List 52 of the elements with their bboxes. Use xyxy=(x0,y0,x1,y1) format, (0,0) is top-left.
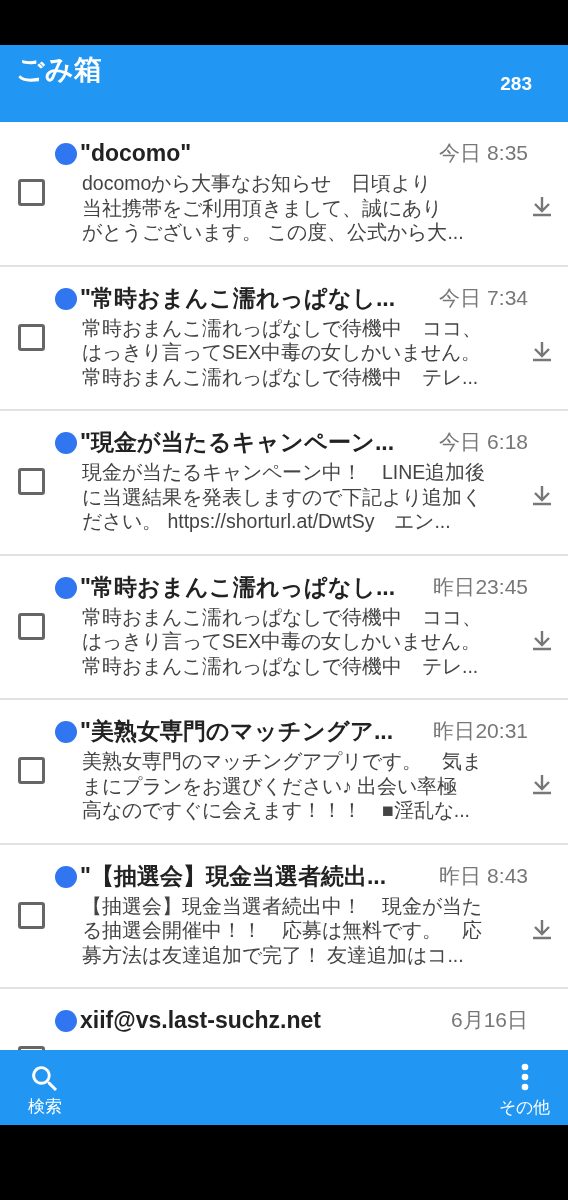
sender-name: "常時おまんこ濡れっぱなし... xyxy=(80,572,396,602)
preview-line: 現金が当たるキャンペーン中！ LINE追加後 xyxy=(82,460,486,484)
download-icon[interactable] xyxy=(531,484,553,506)
checkbox[interactable] xyxy=(18,468,45,495)
message-time: 今日 8:35 xyxy=(439,140,528,166)
preview-line: に当選結果を発表しますので下記より追加く xyxy=(82,484,482,509)
checkbox[interactable] xyxy=(18,901,45,929)
download-icon[interactable] xyxy=(531,195,553,217)
message-row[interactable]: "現金が当たるキャンペーン... 今日 6:18 現金が当たるキャンペーン中！ LINE追加後 に当選結果を発表しますので下記より追加く ださい。 https://shorturl.at/DwtSy エン... xyxy=(0,411,568,556)
sender-name: "【抽選会】現金当選者続出... xyxy=(80,861,387,891)
preview-line: 常時おまんこ濡れっぱなしで待機中 テレ... xyxy=(82,364,479,389)
message-time: 今日 6:18 xyxy=(439,429,528,455)
sender-name: "常時おまんこ濡れっぱなし... xyxy=(80,283,396,313)
preview-line: まにプランをお選びください♪ 出会い率極 xyxy=(82,773,458,798)
download-icon[interactable] xyxy=(531,773,553,795)
checkbox[interactable] xyxy=(18,323,45,351)
preview-line: はっきり言ってSEX中毒の女しかいません。 xyxy=(82,340,482,364)
preview-line: ださい。 https://shorturl.at/DwtSy エン... xyxy=(82,509,451,533)
preview-line: 常時おまんこ濡れっぱなしで待機中 ココ、 xyxy=(82,604,482,629)
folder-title: ごみ箱 xyxy=(16,53,102,87)
download-icon[interactable] xyxy=(531,339,553,362)
message-row[interactable]: "常時おまんこ濡れっぱなし... 昨日23:45 常時おまんこ濡れっぱなしで待機中 ココ、 はっきり言ってSEX中毒の女しかいません。 常時おまんこ濡れっぱなしで待機中 テレ... xyxy=(0,555,568,700)
preview-line: 美熟女専門のマッチングアプリです。 気ま xyxy=(82,749,482,773)
preview-line: docomoから大事なお知らせ 日頃より xyxy=(82,171,432,195)
sender-name: "docomo" xyxy=(80,139,192,168)
message-time: 昨日20:31 xyxy=(433,718,528,744)
download-icon[interactable] xyxy=(531,917,553,940)
preview-line: 募方法は友達追加で完了！ 友達追加はコ... xyxy=(82,942,464,967)
message-time: 6月16日 xyxy=(450,1007,528,1033)
message-count: 283 xyxy=(500,72,532,96)
preview-line: がとうございます。 この度、公式から大... xyxy=(82,220,464,244)
message-row[interactable]: "【抽選会】現金当選者続出... 昨日 8:43 【抽選会】現金当選者続出中！ 現金が当た る抽選会開催中！！ 応募は無料です。 応 募方法は友達追加で完了！ 友達追加はコ... xyxy=(0,844,568,989)
preview-line: 常時おまんこ濡れっぱなしで待機中 テレ... xyxy=(82,653,479,678)
checkbox[interactable] xyxy=(18,179,45,206)
sender-name: "現金が当たるキャンペーン... xyxy=(80,428,395,457)
preview-line: 【抽選会】現金当選者続出中！ 現金が当た xyxy=(82,893,482,918)
checkbox[interactable] xyxy=(18,757,45,784)
message-time: 昨日23:45 xyxy=(433,573,528,600)
message-time: 昨日 8:43 xyxy=(439,862,528,889)
download-icon[interactable] xyxy=(531,628,553,651)
message-time: 今日 7:34 xyxy=(439,284,528,311)
preview-line: はっきり言ってSEX中毒の女しかいません。 xyxy=(82,629,482,653)
preview-line: 常時おまんこ濡れっぱなしで待機中 ココ、 xyxy=(82,315,482,340)
checkbox[interactable] xyxy=(18,612,45,640)
message-row[interactable]: "docomo" 今日 8:35 docomoから大事なお知らせ 日頃より 当社携帯をご利用頂きまして、誠にあり がとうございます。 この度、公式から大... xyxy=(0,122,568,267)
sender-name: xiif@vs.last-suchz.net xyxy=(80,1006,321,1035)
preview-line: 高なのですぐに会えます！！！ ■淫乱な... xyxy=(82,798,471,822)
message-row[interactable]: "美熟女専門のマッチングア... 昨日20:31 美熟女専門のマッチングアプリです。 気ま まにプランをお選びください♪ 出会い率極 高なのですぐに会えます！！！ ■淫乱な... xyxy=(0,700,568,845)
preview-line: 当社携帯をご利用頂きまして、誠にあり xyxy=(82,195,442,220)
sender-name: "美熟女専門のマッチングア... xyxy=(80,717,394,746)
message-row[interactable]: "常時おまんこ濡れっぱなし... 今日 7:34 常時おまんこ濡れっぱなしで待機中 ココ、 はっきり言ってSEX中毒の女しかいません。 常時おまんこ濡れっぱなしで待機中 テレ... xyxy=(0,266,568,411)
preview-line: る抽選会開催中！！ 応募は無料です。 応 xyxy=(82,918,482,942)
